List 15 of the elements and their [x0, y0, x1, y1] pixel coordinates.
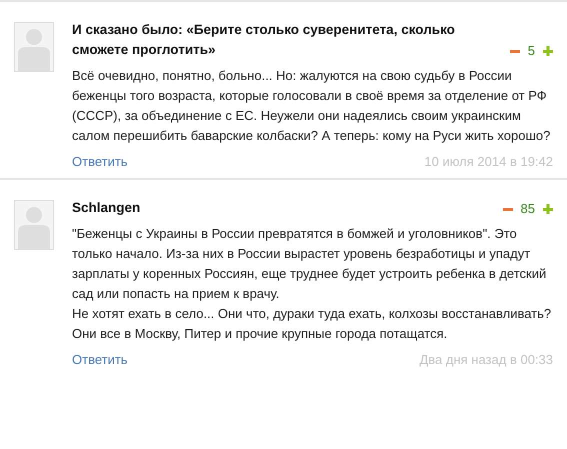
comment-text: "Беженцы с Украины в России превратятся в бомжей и уголовников". Это только начало. Из-за них в России вырастет уровень безработицы и упадут зарплаты у коренных Россиян, еще труднее будет устроить ребенка в детский сад или попасть на прием к врачу. — [72, 225, 548, 303]
plus-icon[interactable] — [543, 46, 553, 56]
avatar-icon — [14, 22, 54, 72]
plus-icon[interactable] — [543, 204, 553, 214]
vote-count: 85 — [520, 201, 535, 216]
reply-link[interactable]: Ответить — [72, 350, 128, 370]
comment-text: Всё очевидно, понятно, больно... Но: жалуются на свою судьбу в России беженцы того возраста, которые голосовали в своё время за отделение от РФ (СССР), за объединение с ЕС. Неужели они надеялись своим украинским салом перешибить баварские колбаски? А теперь: кому на Руси жить хорошо? — [72, 67, 552, 145]
avatar-icon — [14, 200, 54, 250]
comment-author: И сказано было: «Берите столько суверенитета, сколько сможете проглотить» — [72, 21, 456, 59]
reply-link[interactable]: Ответить — [72, 152, 128, 172]
vote-count: 5 — [528, 43, 535, 58]
comment-author: Schlangen — [72, 199, 140, 217]
comment-date: Два дня назад в 00:33 — [419, 351, 553, 369]
comment-text: Не хотят ехать в село... Они что, дураки туда ехать, колхозы восстанавливать? Они все в Москву, Питер и прочие крупные города потащатся. — [72, 305, 552, 343]
comment-date: 10 июля 2014 в 19:42 — [424, 153, 553, 171]
